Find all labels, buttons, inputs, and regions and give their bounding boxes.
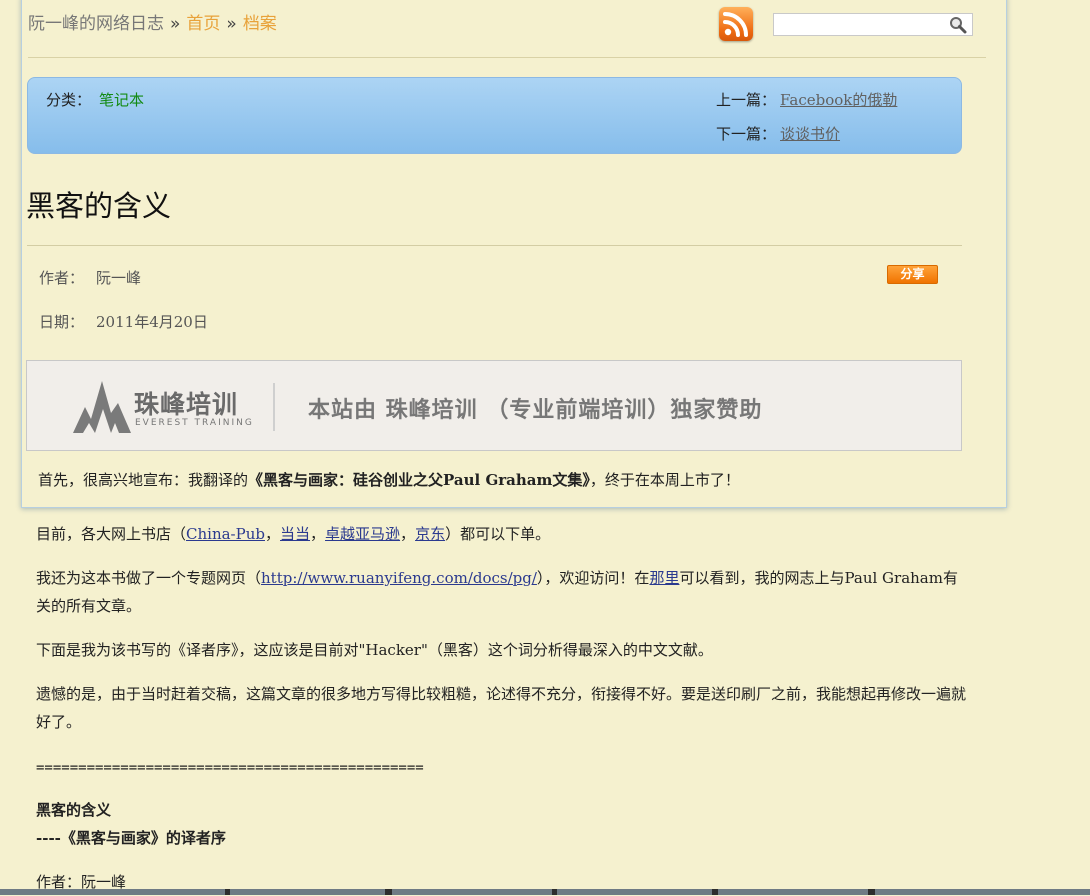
breadcrumb-home-link[interactable]: 首页 [186, 14, 220, 34]
book-title: 《黑客与画家：硅谷创业之父Paul Graham文集》 [248, 471, 590, 489]
author-name: 阮一峰 [96, 269, 142, 287]
search-input[interactable] [774, 14, 952, 35]
preface-subtitle: ----《黑客与画家》的译者序 [36, 829, 226, 847]
breadcrumb-archive-link[interactable]: 档案 [243, 14, 277, 34]
banner-slogan: 本站由 珠峰培训 （专业前端培训）独家赞助 [308, 398, 763, 423]
topic-text: 我还为这本书做了一个专题网页（ [36, 569, 262, 587]
banner-brand-en: EVEREST TRAINING [135, 418, 254, 428]
comma: ， [264, 525, 280, 543]
breadcrumb-separator: » [170, 14, 181, 34]
taskbar-strip [0, 889, 1090, 895]
banner-brand: 珠峰培训 [134, 390, 239, 419]
category-link[interactable]: 笔记本 [99, 89, 144, 110]
stores-text: 目前，各大网上书店（ [36, 525, 187, 543]
breadcrumb: 阮一峰的网络日志» 首页» 档案 [28, 10, 277, 38]
next-post-link[interactable]: 谈谈书价 [780, 123, 840, 144]
link-amazon-cn[interactable]: 卓越亚马逊 [325, 525, 400, 543]
rss-icon[interactable] [719, 7, 753, 41]
sponsor-banner[interactable]: 珠峰培训 EVEREST TRAINING 本站由 珠峰培训 （专业前端培训）独… [26, 360, 962, 451]
intro-text-end: ，终于在本周上市了！ [589, 471, 740, 489]
search-box [773, 13, 973, 36]
header-divider [28, 57, 986, 58]
link-dangdang[interactable]: 当当 [280, 525, 310, 543]
taskbar-segment [875, 889, 1090, 895]
prev-post-link[interactable]: Facebook的俄勒 [780, 89, 897, 110]
title-divider [27, 245, 962, 246]
category-label: 分类： [46, 91, 92, 109]
taskbar-segment [557, 889, 712, 895]
date-label: 日期： [39, 313, 85, 331]
search-icon[interactable] [948, 16, 968, 34]
taskbar-segment [718, 889, 868, 895]
separator-line: ========================================… [36, 760, 424, 776]
site-title: 阮一峰的网络日志 [28, 14, 164, 34]
comma: ， [310, 525, 326, 543]
next-post-label: 下一篇： [716, 125, 777, 143]
author-label: 作者： [39, 269, 85, 287]
paragraph-preface-intro: 下面是我为该书写的《译者序》，这应该是目前对"Hacker"（黑客）这个词分析得… [36, 641, 713, 659]
topic-text-mid: ），欢迎访问！在 [536, 569, 650, 587]
share-button[interactable]: 分享 [887, 265, 938, 284]
topic-page-url-link[interactable]: http://www.ruanyifeng.com/docs/pg/ [261, 569, 537, 587]
link-jd[interactable]: 京东 [415, 525, 445, 543]
preface-title: 黑客的含义 [36, 801, 112, 819]
paragraph-regret: 遗憾的是，由于当时赶着交稿，这篇文章的很多地方写得比较粗糙，论述得不充分，衔接得… [36, 685, 967, 731]
paragraph-intro: 首先，很高兴地宣布：我翻译的《黑客与画家：硅谷创业之父Paul Graham文集… [38, 466, 968, 494]
everest-logo-icon [71, 375, 133, 437]
taskbar-segment [230, 889, 385, 895]
banner-divider [273, 383, 275, 431]
paragraph-stores: 目前，各大网上书店（China-Pub，当当，卓越亚马逊，京东）都可以下单。 [36, 520, 966, 548]
taskbar-segment [0, 889, 225, 895]
intro-text: 首先，很高兴地宣布：我翻译的 [38, 471, 249, 489]
post-date: 2011年4月20日 [96, 313, 208, 331]
author-line: 作者： 阮一峰 [39, 267, 141, 288]
prev-post-label: 上一篇： [716, 91, 777, 109]
there-link[interactable]: 那里 [649, 569, 679, 587]
link-china-pub[interactable]: China-Pub [186, 525, 265, 543]
post-meta-bar: 分类： 笔记本 上一篇： Facebook的俄勒 下一篇： 谈谈书价 [27, 77, 962, 154]
taskbar-segment [392, 889, 552, 895]
breadcrumb-separator: » [226, 14, 237, 34]
paragraph-topic-page: 我还为这本书做了一个专题网页（http://www.ruanyifeng.com… [36, 564, 966, 620]
date-line: 日期： 2011年4月20日 [39, 311, 208, 332]
stores-text-end: ）都可以下单。 [445, 525, 551, 543]
comma: ， [400, 525, 416, 543]
page-title: 黑客的含义 [26, 189, 172, 223]
